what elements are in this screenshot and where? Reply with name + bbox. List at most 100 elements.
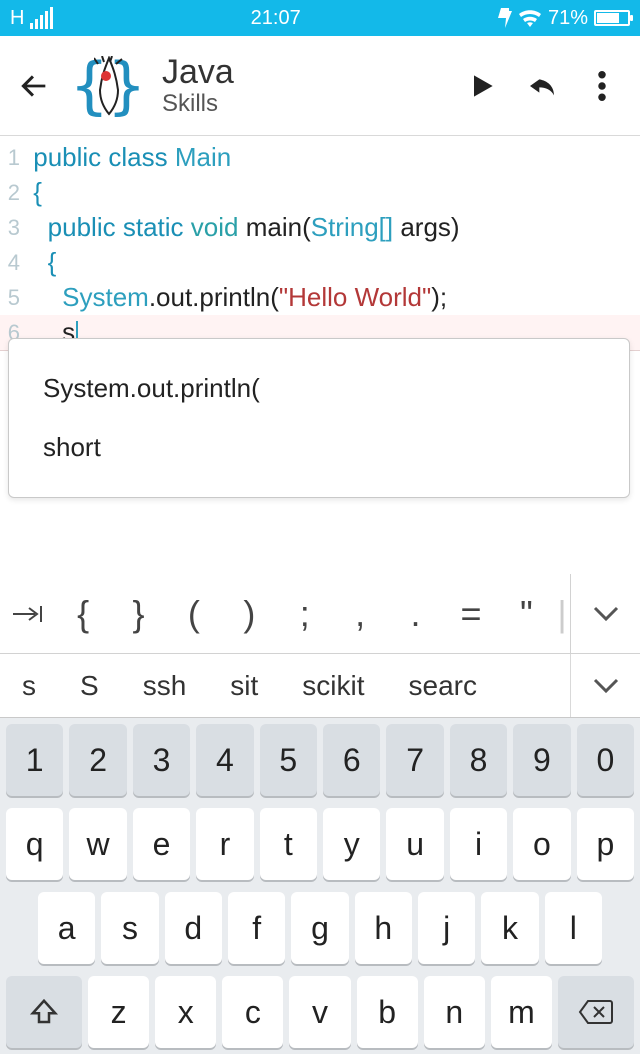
key-x[interactable]: x bbox=[155, 976, 216, 1048]
backspace-icon bbox=[578, 999, 614, 1025]
key-l[interactable]: l bbox=[545, 892, 602, 964]
key-n[interactable]: n bbox=[424, 976, 485, 1048]
key-1[interactable]: 1 bbox=[6, 724, 63, 796]
app-header: { } Java Skills bbox=[0, 36, 640, 136]
run-button[interactable] bbox=[458, 62, 506, 110]
shift-key[interactable] bbox=[6, 976, 82, 1048]
key-s[interactable]: s bbox=[101, 892, 158, 964]
key-a[interactable]: a bbox=[38, 892, 95, 964]
tab-icon bbox=[11, 602, 45, 626]
code-editor[interactable]: 1 public class Main 2 { 3 public static … bbox=[0, 136, 640, 351]
key-g[interactable]: g bbox=[291, 892, 348, 964]
keyboard-area: { } ( ) ; , . = " | s S ssh sit scikit s… bbox=[0, 574, 640, 1054]
key-i[interactable]: i bbox=[450, 808, 507, 880]
sym-dot[interactable]: . bbox=[388, 593, 443, 635]
suggestion[interactable]: searc bbox=[387, 670, 571, 702]
network-type: H bbox=[10, 7, 24, 30]
sym-quote[interactable]: " bbox=[499, 593, 554, 635]
suggestion[interactable]: scikit bbox=[280, 670, 386, 702]
suggestion-collapse[interactable] bbox=[570, 654, 640, 717]
key-t[interactable]: t bbox=[260, 808, 317, 880]
key-v[interactable]: v bbox=[289, 976, 350, 1048]
code-line: 3 public static void main(String[] args) bbox=[0, 210, 640, 245]
app-subtitle: Skills bbox=[162, 91, 234, 116]
status-right: 71% bbox=[498, 7, 630, 30]
symbol-toolbar: { } ( ) ; , . = " | bbox=[0, 574, 640, 654]
key-q[interactable]: q bbox=[6, 808, 63, 880]
key-b[interactable]: b bbox=[357, 976, 418, 1048]
status-bar: H 21:07 71% bbox=[0, 0, 640, 36]
symbol-toolbar-collapse[interactable] bbox=[570, 574, 640, 653]
autocomplete-popup: System.out.println( short bbox=[8, 338, 630, 498]
key-row-numbers: 1 2 3 4 5 6 7 8 9 0 bbox=[0, 718, 640, 802]
battery-icon bbox=[594, 10, 630, 26]
back-button[interactable] bbox=[14, 66, 54, 106]
play-icon bbox=[466, 70, 498, 102]
key-8[interactable]: 8 bbox=[450, 724, 507, 796]
key-2[interactable]: 2 bbox=[69, 724, 126, 796]
suggestion-bar: s S ssh sit scikit searc bbox=[0, 654, 640, 718]
key-7[interactable]: 7 bbox=[386, 724, 443, 796]
key-f[interactable]: f bbox=[228, 892, 285, 964]
code-line: 2 { bbox=[0, 175, 640, 210]
shift-icon bbox=[29, 997, 59, 1027]
sym-close-paren[interactable]: ) bbox=[222, 593, 277, 635]
sym-open-brace[interactable]: { bbox=[55, 593, 110, 635]
suggestion[interactable]: S bbox=[58, 670, 121, 702]
key-k[interactable]: k bbox=[481, 892, 538, 964]
sym-equals[interactable]: = bbox=[443, 593, 498, 635]
key-e[interactable]: e bbox=[133, 808, 190, 880]
key-w[interactable]: w bbox=[69, 808, 126, 880]
key-h[interactable]: h bbox=[355, 892, 412, 964]
chevron-down-icon bbox=[591, 604, 621, 624]
status-time: 21:07 bbox=[251, 7, 301, 30]
key-4[interactable]: 4 bbox=[196, 724, 253, 796]
suggestion[interactable]: sit bbox=[208, 670, 280, 702]
app-logo: { } bbox=[66, 50, 150, 122]
title-block: Java Skills bbox=[162, 55, 234, 116]
signal-bars-icon bbox=[30, 7, 53, 29]
app-title: Java bbox=[162, 55, 234, 91]
arrow-left-icon bbox=[17, 69, 51, 103]
key-y[interactable]: y bbox=[323, 808, 380, 880]
key-row-2: a s d f g h j k l bbox=[0, 886, 640, 970]
key-u[interactable]: u bbox=[386, 808, 443, 880]
key-d[interactable]: d bbox=[165, 892, 222, 964]
key-0[interactable]: 0 bbox=[577, 724, 634, 796]
sym-semicolon[interactable]: ; bbox=[277, 593, 332, 635]
tab-key[interactable] bbox=[0, 593, 55, 635]
suggestion[interactable]: s bbox=[0, 670, 58, 702]
sym-comma[interactable]: , bbox=[332, 593, 387, 635]
wifi-icon bbox=[518, 9, 542, 27]
key-3[interactable]: 3 bbox=[133, 724, 190, 796]
key-m[interactable]: m bbox=[491, 976, 552, 1048]
key-j[interactable]: j bbox=[418, 892, 475, 964]
charging-icon bbox=[498, 8, 512, 28]
status-left: H bbox=[10, 7, 53, 30]
soft-keyboard: 1 2 3 4 5 6 7 8 9 0 q w e r t y u i o p … bbox=[0, 718, 640, 1054]
code-line: 4 { bbox=[0, 245, 640, 280]
more-vertical-icon bbox=[597, 71, 607, 101]
code-line: 1 public class Main bbox=[0, 140, 640, 175]
suggestion[interactable]: ssh bbox=[121, 670, 209, 702]
undo-button[interactable] bbox=[518, 62, 566, 110]
sym-open-paren[interactable]: ( bbox=[166, 593, 221, 635]
key-r[interactable]: r bbox=[196, 808, 253, 880]
key-p[interactable]: p bbox=[577, 808, 634, 880]
autocomplete-item[interactable]: short bbox=[9, 418, 629, 477]
duke-mascot-icon bbox=[94, 56, 124, 116]
code-line: 5 System.out.println("Hello World"); bbox=[0, 280, 640, 315]
chevron-down-icon bbox=[591, 676, 621, 696]
key-6[interactable]: 6 bbox=[323, 724, 380, 796]
backspace-key[interactable] bbox=[558, 976, 634, 1048]
key-5[interactable]: 5 bbox=[260, 724, 317, 796]
key-row-3: z x c v b n m bbox=[0, 970, 640, 1054]
key-z[interactable]: z bbox=[88, 976, 149, 1048]
menu-button[interactable] bbox=[578, 62, 626, 110]
sym-close-brace[interactable]: } bbox=[111, 593, 166, 635]
key-o[interactable]: o bbox=[513, 808, 570, 880]
toolbar-divider: | bbox=[554, 593, 570, 635]
autocomplete-item[interactable]: System.out.println( bbox=[9, 359, 629, 418]
key-c[interactable]: c bbox=[222, 976, 283, 1048]
key-9[interactable]: 9 bbox=[513, 724, 570, 796]
